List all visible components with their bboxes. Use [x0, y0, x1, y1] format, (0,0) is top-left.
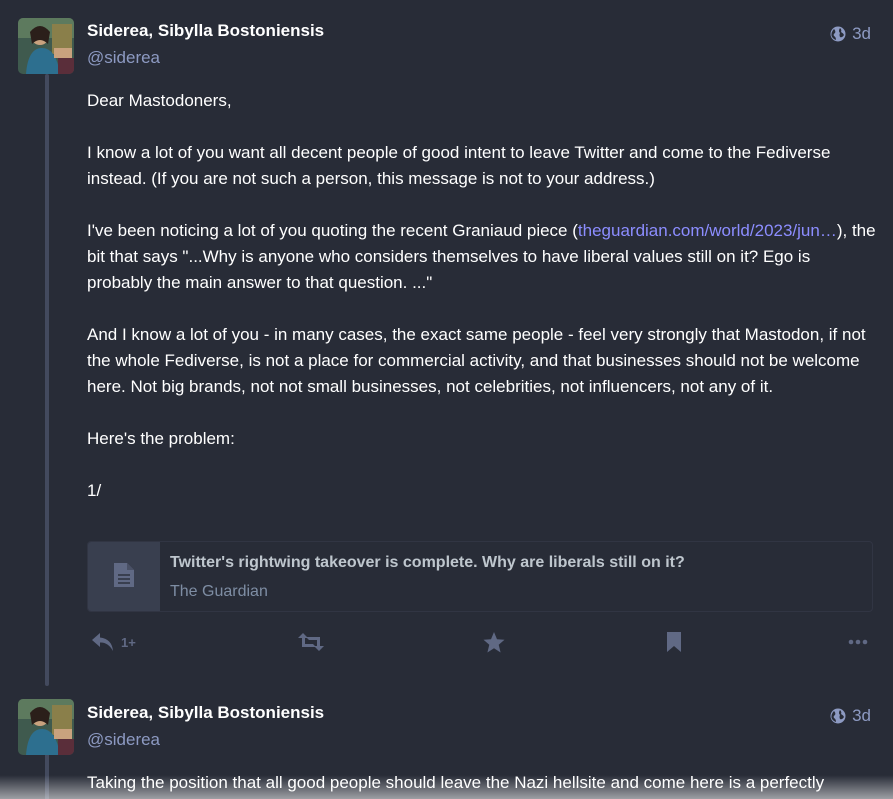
- account-handle[interactable]: @siderea: [87, 48, 160, 68]
- content-paragraph: I know a lot of you want all decent peop…: [87, 143, 831, 188]
- avatar[interactable]: [18, 18, 74, 74]
- status-meta[interactable]: 3d: [830, 24, 871, 44]
- status-meta[interactable]: 3d: [830, 706, 871, 726]
- card-thumbnail: [88, 542, 160, 611]
- link-preview-card[interactable]: Twitter's rightwing takeover is complete…: [87, 541, 873, 612]
- globe-icon: [830, 26, 846, 42]
- card-title[interactable]: Twitter's rightwing takeover is complete…: [170, 554, 685, 572]
- paragraph-text: I've been noticing a lot of you quoting …: [87, 221, 578, 240]
- display-name[interactable]: Siderea, Sibylla Bostoniensis: [87, 703, 324, 723]
- boost-button[interactable]: [298, 632, 324, 652]
- card-provider: The Guardian: [170, 583, 268, 600]
- relative-time[interactable]: 3d: [852, 706, 871, 726]
- content-paragraph: I've been noticing a lot of you quoting …: [87, 218, 877, 296]
- reply-button[interactable]: 1+: [91, 632, 136, 652]
- status-post[interactable]: Siderea, Sibylla Bostoniensis @siderea 3…: [0, 682, 893, 799]
- status-action-bar: 1+: [87, 632, 873, 662]
- account-handle[interactable]: @siderea: [87, 730, 160, 750]
- content-paragraph: Dear Mastodoners,: [87, 91, 232, 110]
- timeline: Siderea, Sibylla Bostoniensis @siderea 3…: [0, 0, 893, 799]
- content-paragraph: And I know a lot of you - in many cases,…: [87, 325, 866, 396]
- bookmark-icon: [666, 632, 682, 652]
- star-icon: [483, 632, 505, 653]
- globe-icon: [830, 708, 846, 724]
- status-post[interactable]: Siderea, Sibylla Bostoniensis @siderea 3…: [0, 0, 893, 682]
- bookmark-button[interactable]: [666, 632, 682, 652]
- guardian-link[interactable]: theguardian.com/world/2023/jun…: [578, 221, 837, 240]
- favourite-button[interactable]: [483, 632, 505, 653]
- relative-time[interactable]: 3d: [852, 24, 871, 44]
- boost-icon: [298, 632, 324, 652]
- content-paragraph: 1/: [87, 481, 102, 500]
- avatar[interactable]: [18, 699, 74, 755]
- reply-count: 1+: [121, 634, 136, 650]
- content-paragraph: Here's the problem:: [87, 429, 235, 448]
- status-content: Taking the position that all good people…: [87, 770, 877, 799]
- more-icon: [848, 632, 868, 652]
- more-button[interactable]: [848, 632, 868, 652]
- content-paragraph: Taking the position that all good people…: [87, 773, 825, 792]
- display-name[interactable]: Siderea, Sibylla Bostoniensis: [87, 21, 324, 41]
- document-icon: [113, 562, 135, 593]
- reply-icon: [91, 632, 115, 652]
- status-content: Dear Mastodoners, I know a lot of you wa…: [87, 88, 877, 530]
